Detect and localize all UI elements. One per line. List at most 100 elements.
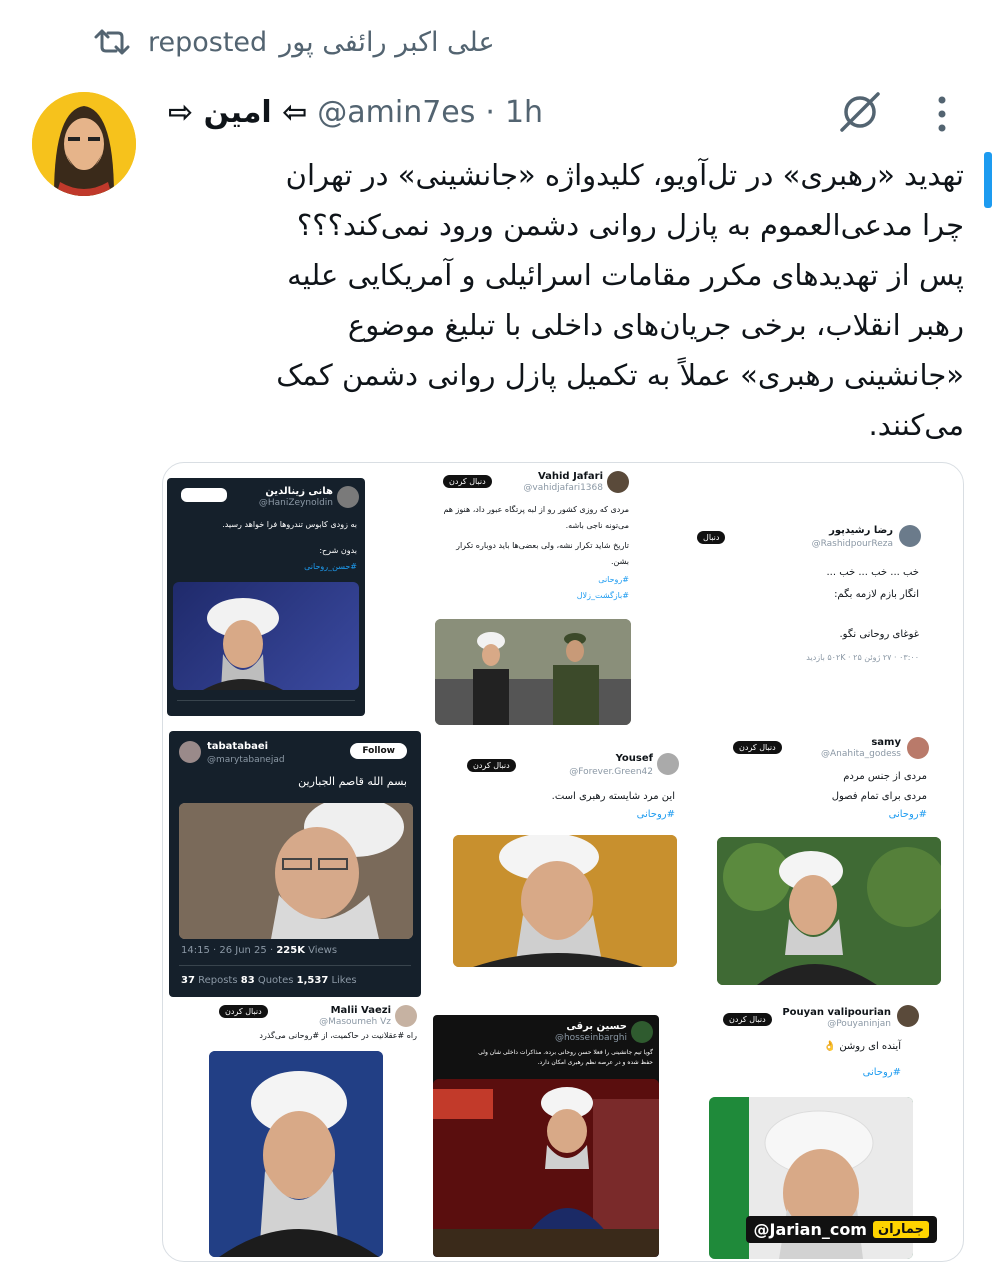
follow-button[interactable]: دنبال کردن <box>723 1013 772 1026</box>
screenshot-card-4: tabatabaei @marytabanejad Follow بسم الل… <box>169 731 421 997</box>
watermark-handle: @Jarian_com <box>753 1220 867 1239</box>
card-avatar <box>907 737 929 759</box>
reposts-label: Reposts <box>194 975 241 986</box>
tweet-line: می‌کنند. <box>868 408 964 442</box>
card-photo <box>717 837 941 985</box>
follow-button[interactable]: دنبال کردن <box>733 741 782 754</box>
card-handle: @hosseinbarghi <box>554 1033 627 1043</box>
card-photo <box>209 1051 383 1257</box>
follow-button[interactable]: دنبال کردن <box>467 759 516 772</box>
follow-button[interactable]: دنبال کردن <box>219 1005 268 1018</box>
card-name: رضا رشیدپور <box>829 525 893 536</box>
card-handle: @marytabanejad <box>207 755 285 765</box>
card-handle: @Forever.Green42 <box>569 767 653 777</box>
tweet-text: تهدید «رهبری» در تل‌آویو، کلیدواژه «جانش… <box>164 150 964 450</box>
user-handle[interactable]: @amin7es <box>317 95 475 130</box>
media-image[interactable]: هانی زینالدین @HaniZeynoldin به زودی کاب… <box>162 462 964 1262</box>
screenshot-card-2: Vahid Jafari @vahidjafari1368 دنبال کردن… <box>431 463 635 729</box>
card-handle: @Pouyaninjan <box>827 1019 891 1029</box>
screenshot-card-1: هانی زینالدین @HaniZeynoldin به زودی کاب… <box>167 478 365 716</box>
tweet-line: چرا مدعی‌العموم به پازل روانی دشمن ورود … <box>296 208 964 242</box>
card-text: گویا تیم جانشینی را فعلا حسن روحانی برده… <box>478 1049 653 1056</box>
card-hashtag: #روحانی <box>636 809 675 820</box>
card-avatar <box>607 471 629 493</box>
card-photo <box>453 835 677 967</box>
card-avatar <box>395 1005 417 1027</box>
card-name: Pouyan valipourian <box>782 1007 891 1018</box>
card-handle: @RashidpourReza <box>811 539 893 549</box>
card-text: به زودی کابوس تندروها فرا خواهد رسید. <box>222 520 357 529</box>
screenshot-card-7: Malii Vaezi @Masoumeh Vz دنبال کردن راه … <box>203 997 425 1261</box>
tweet-line: پس از تهدیدهای مکرر مقامات اسرائیلی و آم… <box>287 258 964 292</box>
card-photo <box>173 582 359 690</box>
card-handle: @vahidjafari1368 <box>523 483 603 493</box>
card-hashtag: #روحانی <box>862 1067 901 1078</box>
avatar[interactable] <box>32 92 136 196</box>
card-handle: @Anahita_godess <box>821 749 901 759</box>
card-text: می‌تونه ناجی باشه. <box>565 521 629 530</box>
card-photo <box>435 619 631 725</box>
card-hashtag: #حسن_روحانی <box>304 562 357 571</box>
card-text: راه #عقلانیت در حاکمیت، از #روحانی می‌گذ… <box>259 1031 417 1040</box>
follow-button[interactable]: Follow <box>350 743 407 759</box>
card-divider <box>179 965 411 966</box>
card-hashtag: #بازگشت_زلال <box>576 591 629 600</box>
likes-label: Likes <box>328 975 357 986</box>
follow-button[interactable]: دنبال کردن <box>443 475 492 488</box>
card-text: مردی که روزی کشور رو از لبه پرتگاه عبور … <box>443 505 629 514</box>
repost-header: reposted علی اکبر رائفی پور <box>92 22 495 62</box>
jamaran-watermark: @Jarian_com جماران <box>745 1216 937 1243</box>
follow-button[interactable]: دنبال <box>697 531 726 544</box>
card-photo <box>179 803 413 939</box>
card-handle: @HaniZeynoldin <box>258 498 333 508</box>
card-name: Malii Vaezi <box>330 1005 391 1016</box>
card-text: غوغای روحانی نگو. <box>839 629 919 640</box>
tweet-line: «جانشینی رهبری» عملاً به تکمیل پازل روان… <box>276 358 964 392</box>
card-text: مردی برای تمام فصول <box>831 791 927 802</box>
repost-label: reposted <box>148 26 268 58</box>
card-text: بشن. <box>611 557 629 566</box>
quotes-count: 83 <box>240 975 255 986</box>
card-stats: ۰۳:۰۰ · ۲۷ ژوئن ۲۵ · ۵۰۲K بازدید <box>806 653 919 662</box>
more-vertical-icon[interactable] <box>928 92 956 136</box>
tweet-time[interactable]: 1h <box>505 95 543 130</box>
card-avatar <box>337 486 359 508</box>
screenshot-card-8: حسین برقی @hosseinbarghi گویا تیم جانشین… <box>433 1015 659 1257</box>
card-hashtag: #روحانی <box>598 575 629 584</box>
card-avatar <box>897 1005 919 1027</box>
card-text: آینده ای روشن 👌 <box>823 1041 901 1052</box>
card-text: بسم الله قاصم الجبارين <box>298 775 407 788</box>
card-text: این مرد شایسته رهبری است. <box>551 791 675 802</box>
scroll-indicator <box>984 152 992 208</box>
card-text: تاریخ شاید تکرار نشه، ولی بعضی‌ها باید د… <box>456 541 629 550</box>
timestamp: 14:15 · 26 Jun 25 · <box>181 945 277 956</box>
views-count: 225K <box>276 945 305 956</box>
card-name: حسین برقی <box>566 1021 627 1032</box>
screenshot-card-5: Yousef @Forever.Green42 دنبال کردن این م… <box>449 745 685 977</box>
quotes-label: Quotes <box>254 975 297 986</box>
likes-count: 1,537 <box>296 975 329 986</box>
views-label: Views <box>304 945 338 956</box>
card-avatar <box>179 741 201 763</box>
reposts-count: 37 <box>181 975 195 986</box>
card-avatar <box>631 1021 653 1043</box>
tweet-header: ⇦ امین ⇨ @amin7es · 1h <box>168 88 543 136</box>
card-name: هانی زینالدین <box>265 486 333 497</box>
card-text: حفظ شده و در عرصه نظم رهبری امکان دارد. <box>537 1059 653 1066</box>
card-handle: @Masoumeh Vz <box>319 1017 391 1027</box>
redacted-bar <box>181 488 227 502</box>
display-name[interactable]: ⇦ امین ⇨ <box>168 95 307 130</box>
card-text: بدون شرح: <box>319 546 357 555</box>
card-photo <box>433 1079 659 1257</box>
card-name: Vahid Jafari <box>537 471 603 482</box>
screenshot-card-3: رضا رشیدپور @RashidpourReza دنبال خب ...… <box>691 511 929 681</box>
card-text: انگار بازم لازمه بگم: <box>834 589 919 600</box>
card-hashtag: #روحانی <box>888 809 927 820</box>
tweet-line: رهبر انقلاب، برخی جریان‌های داخلی با تبل… <box>347 308 964 342</box>
card-meta <box>177 700 355 701</box>
separator-dot: · <box>485 94 495 130</box>
grok-icon[interactable] <box>834 86 886 138</box>
reposter-name[interactable]: علی اکبر رائفی پور <box>279 27 494 58</box>
tweet-timestamp-views: 14:15 · 26 Jun 25 · 225K Views <box>181 945 337 956</box>
card-text: مردی از جنس مردم <box>843 771 927 782</box>
